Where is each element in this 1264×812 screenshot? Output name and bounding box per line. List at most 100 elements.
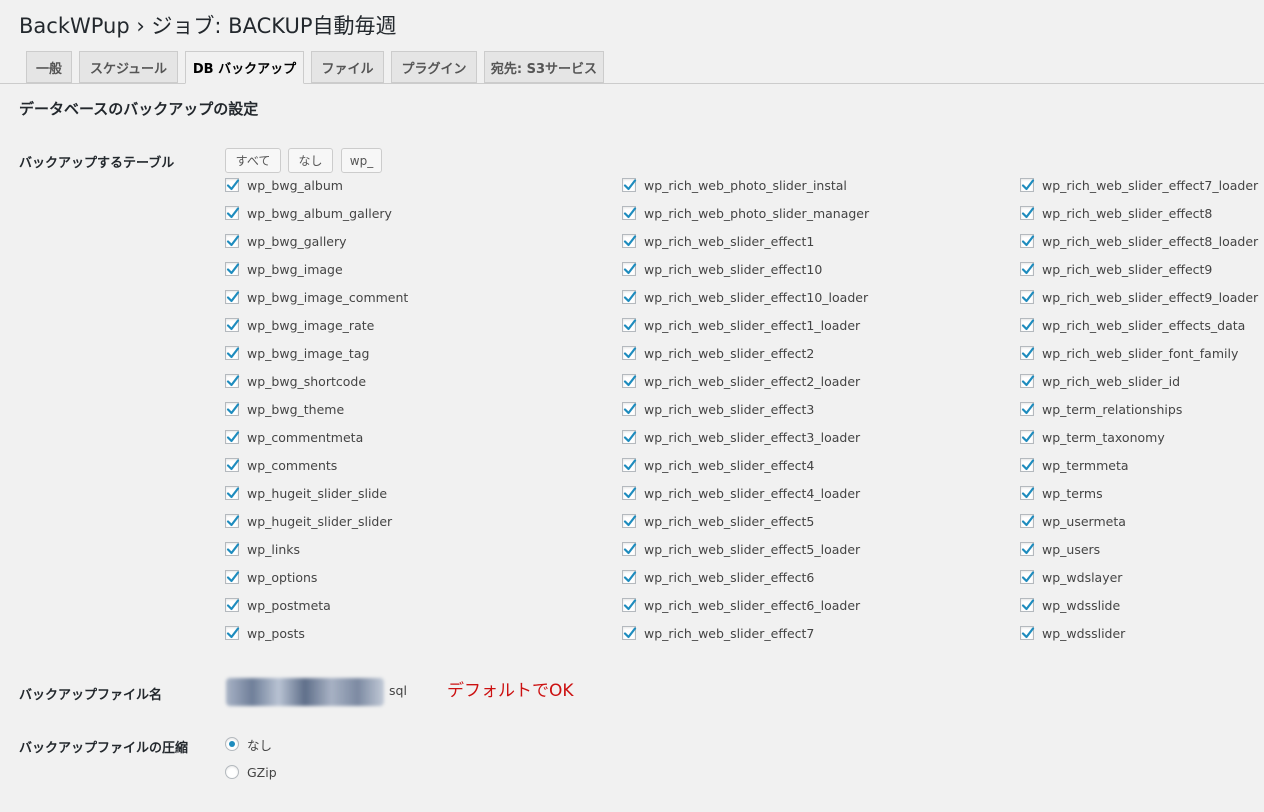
table-checkbox-item[interactable]: wp_rich_web_slider_effect3_loader	[622, 425, 860, 449]
table-checkbox-item[interactable]: wp_options	[225, 565, 317, 589]
select-all-button[interactable]: すべて	[225, 148, 281, 173]
table-checkbox-item[interactable]: wp_termmeta	[1020, 453, 1129, 477]
checkbox[interactable]	[225, 542, 240, 556]
checkbox[interactable]	[622, 570, 637, 584]
checkbox[interactable]	[1020, 206, 1035, 220]
checkbox[interactable]	[622, 486, 637, 500]
checkbox[interactable]	[225, 290, 240, 304]
table-checkbox-item[interactable]: wp_rich_web_slider_effect1_loader	[622, 313, 860, 337]
table-checkbox-item[interactable]: wp_bwg_image_rate	[225, 313, 374, 337]
radio-gzip[interactable]	[225, 765, 239, 779]
table-checkbox-item[interactable]: wp_rich_web_slider_effect10_loader	[622, 285, 868, 309]
table-checkbox-item[interactable]: wp_rich_web_slider_effect7_loader	[1020, 173, 1258, 197]
checkbox[interactable]	[225, 374, 240, 388]
checkbox[interactable]	[225, 626, 240, 640]
checkbox[interactable]	[225, 234, 240, 248]
checkbox[interactable]	[225, 458, 240, 472]
checkbox[interactable]	[622, 178, 637, 192]
checkbox[interactable]	[622, 626, 637, 640]
checkbox[interactable]	[622, 374, 637, 388]
table-checkbox-item[interactable]: wp_links	[225, 537, 300, 561]
tab-plugins[interactable]: プラグイン	[391, 51, 477, 83]
checkbox[interactable]	[1020, 486, 1035, 500]
checkbox[interactable]	[225, 318, 240, 332]
table-checkbox-item[interactable]: wp_rich_web_slider_effect9	[1020, 257, 1212, 281]
checkbox[interactable]	[622, 402, 637, 416]
table-checkbox-item[interactable]: wp_rich_web_slider_font_family	[1020, 341, 1238, 365]
checkbox[interactable]	[622, 206, 637, 220]
tab-files[interactable]: ファイル	[311, 51, 384, 83]
checkbox[interactable]	[1020, 542, 1035, 556]
table-checkbox-item[interactable]: wp_term_taxonomy	[1020, 425, 1165, 449]
checkbox[interactable]	[622, 262, 637, 276]
table-checkbox-item[interactable]: wp_rich_web_slider_effects_data	[1020, 313, 1245, 337]
checkbox[interactable]	[622, 290, 637, 304]
table-checkbox-item[interactable]: wp_term_relationships	[1020, 397, 1182, 421]
checkbox[interactable]	[1020, 290, 1035, 304]
table-checkbox-item[interactable]: wp_bwg_image	[225, 257, 343, 281]
table-checkbox-item[interactable]: wp_wdsslider	[1020, 621, 1125, 645]
checkbox[interactable]	[622, 318, 637, 332]
checkbox[interactable]	[225, 206, 240, 220]
checkbox[interactable]	[622, 598, 637, 612]
checkbox[interactable]	[1020, 402, 1035, 416]
checkbox[interactable]	[225, 178, 240, 192]
checkbox[interactable]	[622, 514, 637, 528]
checkbox[interactable]	[225, 514, 240, 528]
checkbox[interactable]	[225, 570, 240, 584]
compression-option-gzip[interactable]: GZip	[225, 761, 277, 783]
checkbox[interactable]	[622, 234, 637, 248]
checkbox[interactable]	[225, 402, 240, 416]
table-checkbox-item[interactable]: wp_rich_web_slider_effect8_loader	[1020, 229, 1258, 253]
table-checkbox-item[interactable]: wp_rich_web_slider_effect1	[622, 229, 814, 253]
table-checkbox-item[interactable]: wp_rich_web_slider_effect4	[622, 453, 814, 477]
checkbox[interactable]	[1020, 430, 1035, 444]
table-checkbox-item[interactable]: wp_bwg_album_gallery	[225, 201, 392, 225]
table-checkbox-item[interactable]: wp_hugeit_slider_slide	[225, 481, 387, 505]
checkbox[interactable]	[225, 598, 240, 612]
table-checkbox-item[interactable]: wp_rich_web_slider_effect4_loader	[622, 481, 860, 505]
compression-option-none[interactable]: なし	[225, 733, 272, 755]
select-none-button[interactable]: なし	[288, 148, 333, 173]
table-checkbox-item[interactable]: wp_rich_web_photo_slider_manager	[622, 201, 869, 225]
table-checkbox-item[interactable]: wp_rich_web_slider_effect2_loader	[622, 369, 860, 393]
checkbox[interactable]	[1020, 626, 1035, 640]
table-checkbox-item[interactable]: wp_rich_web_slider_effect7	[622, 621, 814, 645]
table-checkbox-item[interactable]: wp_users	[1020, 537, 1100, 561]
table-checkbox-item[interactable]: wp_wdslayer	[1020, 565, 1122, 589]
table-checkbox-item[interactable]: wp_bwg_image_comment	[225, 285, 408, 309]
table-checkbox-item[interactable]: wp_comments	[225, 453, 337, 477]
table-checkbox-item[interactable]: wp_rich_web_slider_effect3	[622, 397, 814, 421]
checkbox[interactable]	[1020, 458, 1035, 472]
tab-destination-s3[interactable]: 宛先: S3サービス	[484, 51, 604, 83]
table-checkbox-item[interactable]: wp_usermeta	[1020, 509, 1126, 533]
table-checkbox-item[interactable]: wp_rich_web_slider_effect5_loader	[622, 537, 860, 561]
table-checkbox-item[interactable]: wp_rich_web_slider_effect9_loader	[1020, 285, 1258, 309]
table-checkbox-item[interactable]: wp_wdsslide	[1020, 593, 1120, 617]
table-checkbox-item[interactable]: wp_rich_web_slider_effect2	[622, 341, 814, 365]
filename-input[interactable]	[226, 678, 384, 706]
checkbox[interactable]	[1020, 234, 1035, 248]
checkbox[interactable]	[225, 430, 240, 444]
checkbox[interactable]	[1020, 570, 1035, 584]
table-checkbox-item[interactable]: wp_bwg_gallery	[225, 229, 347, 253]
table-checkbox-item[interactable]: wp_bwg_album	[225, 173, 343, 197]
table-checkbox-item[interactable]: wp_postmeta	[225, 593, 331, 617]
checkbox[interactable]	[622, 346, 637, 360]
checkbox[interactable]	[622, 542, 637, 556]
checkbox[interactable]	[1020, 598, 1035, 612]
table-checkbox-item[interactable]: wp_posts	[225, 621, 305, 645]
tab-general[interactable]: 一般	[26, 51, 72, 83]
checkbox[interactable]	[1020, 514, 1035, 528]
table-checkbox-item[interactable]: wp_rich_web_slider_effect5	[622, 509, 814, 533]
table-checkbox-item[interactable]: wp_rich_web_photo_slider_instal	[622, 173, 847, 197]
checkbox[interactable]	[1020, 318, 1035, 332]
checkbox[interactable]	[1020, 178, 1035, 192]
tab-schedule[interactable]: スケジュール	[79, 51, 178, 83]
checkbox[interactable]	[225, 346, 240, 360]
table-checkbox-item[interactable]: wp_rich_web_slider_effect10	[622, 257, 822, 281]
table-checkbox-item[interactable]: wp_bwg_shortcode	[225, 369, 366, 393]
checkbox[interactable]	[1020, 346, 1035, 360]
checkbox[interactable]	[225, 262, 240, 276]
tab-db-backup[interactable]: DB バックアップ	[185, 51, 304, 84]
